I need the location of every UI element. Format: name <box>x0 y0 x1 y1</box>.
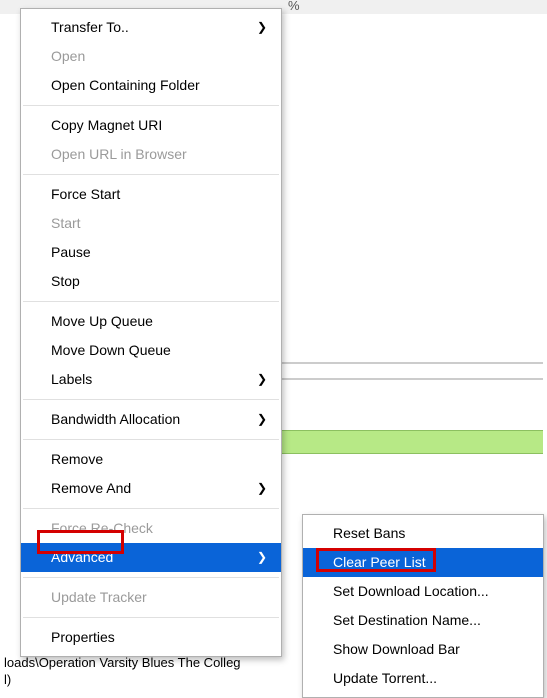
menu-open-url-browser: Open URL in Browser <box>21 140 281 169</box>
menu-force-start[interactable]: Force Start <box>21 180 281 209</box>
menu-update-tracker: Update Tracker <box>21 583 281 612</box>
menu-properties-label: Properties <box>51 629 115 645</box>
menu-labels[interactable]: Labels ❯ <box>21 365 281 394</box>
menu-open-folder-label: Open Containing Folder <box>51 77 200 93</box>
menu-open-url-label: Open URL in Browser <box>51 146 187 162</box>
menu-pause-label: Pause <box>51 244 91 260</box>
menu-remove-and-label: Remove And <box>51 480 131 496</box>
advanced-submenu: Reset Bans Clear Peer List Set Download … <box>302 514 544 698</box>
menu-stop[interactable]: Stop <box>21 267 281 296</box>
menu-stop-label: Stop <box>51 273 80 289</box>
menu-pause[interactable]: Pause <box>21 238 281 267</box>
menu-force-recheck-label: Force Re-Check <box>51 520 153 536</box>
menu-transfer-to[interactable]: Transfer To.. ❯ <box>21 13 281 42</box>
status-path-line1: loads\Operation Varsity Blues The Colleg <box>4 655 241 670</box>
submenu-set-download-location[interactable]: Set Download Location... <box>303 577 543 606</box>
menu-move-up-queue[interactable]: Move Up Queue <box>21 307 281 336</box>
chevron-right-icon: ❯ <box>257 474 267 503</box>
submenu-update-torrent[interactable]: Update Torrent... <box>303 664 543 693</box>
menu-separator <box>23 301 279 302</box>
submenu-set-destination-name[interactable]: Set Destination Name... <box>303 606 543 635</box>
submenu-set-destination-name-label: Set Destination Name... <box>333 612 481 628</box>
menu-remove[interactable]: Remove <box>21 445 281 474</box>
menu-remove-label: Remove <box>51 451 103 467</box>
submenu-reset-bans-label: Reset Bans <box>333 525 405 541</box>
bg-divider-1 <box>280 362 543 364</box>
submenu-show-download-bar-label: Show Download Bar <box>333 641 460 657</box>
menu-transfer-to-label: Transfer To.. <box>51 19 129 35</box>
bg-divider-2 <box>280 378 543 380</box>
submenu-update-torrent-label: Update Torrent... <box>333 670 437 686</box>
menu-separator <box>23 617 279 618</box>
status-path-line2: l) <box>4 672 11 687</box>
menu-force-start-label: Force Start <box>51 186 120 202</box>
menu-open-label: Open <box>51 48 85 64</box>
submenu-clear-peer-list-label: Clear Peer List <box>333 554 426 570</box>
menu-remove-and[interactable]: Remove And ❯ <box>21 474 281 503</box>
progress-bar <box>280 430 543 454</box>
menu-separator <box>23 439 279 440</box>
menu-open: Open <box>21 42 281 71</box>
menu-advanced[interactable]: Advanced ❯ <box>21 543 281 572</box>
menu-bandwidth-label: Bandwidth Allocation <box>51 411 180 427</box>
bg-header-text: % <box>288 0 300 13</box>
menu-separator <box>23 399 279 400</box>
menu-advanced-label: Advanced <box>51 549 113 565</box>
chevron-right-icon: ❯ <box>257 365 267 394</box>
menu-properties[interactable]: Properties <box>21 623 281 652</box>
menu-separator <box>23 174 279 175</box>
chevron-right-icon: ❯ <box>257 13 267 42</box>
menu-separator <box>23 577 279 578</box>
menu-labels-label: Labels <box>51 371 92 387</box>
context-menu: Transfer To.. ❯ Open Open Containing Fol… <box>20 8 282 657</box>
menu-move-down-label: Move Down Queue <box>51 342 171 358</box>
menu-separator <box>23 105 279 106</box>
menu-copy-magnet-label: Copy Magnet URI <box>51 117 162 133</box>
menu-separator <box>23 508 279 509</box>
menu-move-down-queue[interactable]: Move Down Queue <box>21 336 281 365</box>
chevron-right-icon: ❯ <box>257 405 267 434</box>
submenu-show-download-bar[interactable]: Show Download Bar <box>303 635 543 664</box>
menu-copy-magnet-uri[interactable]: Copy Magnet URI <box>21 111 281 140</box>
submenu-clear-peer-list[interactable]: Clear Peer List <box>303 548 543 577</box>
menu-start: Start <box>21 209 281 238</box>
menu-start-label: Start <box>51 215 81 231</box>
menu-update-tracker-label: Update Tracker <box>51 589 147 605</box>
submenu-set-download-location-label: Set Download Location... <box>333 583 489 599</box>
menu-force-recheck: Force Re-Check <box>21 514 281 543</box>
submenu-reset-bans[interactable]: Reset Bans <box>303 519 543 548</box>
menu-bandwidth-allocation[interactable]: Bandwidth Allocation ❯ <box>21 405 281 434</box>
menu-move-up-label: Move Up Queue <box>51 313 153 329</box>
chevron-right-icon: ❯ <box>257 543 267 572</box>
menu-open-containing-folder[interactable]: Open Containing Folder <box>21 71 281 100</box>
